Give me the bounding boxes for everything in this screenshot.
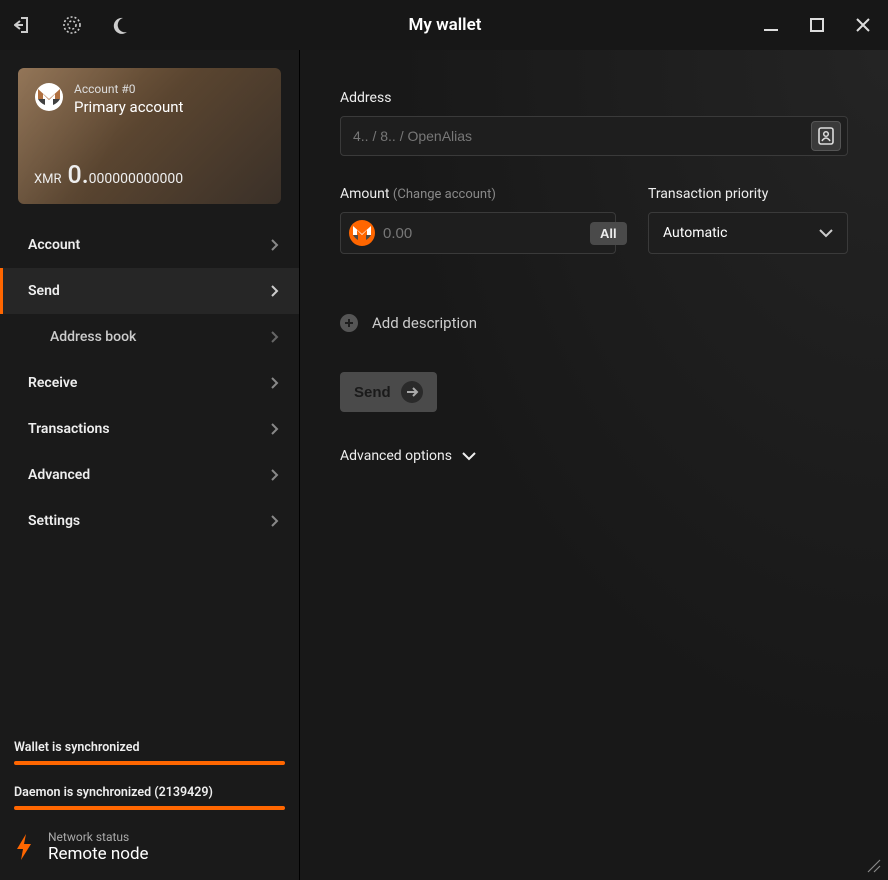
account-balance: XMR 0. 000000000000 <box>34 161 183 190</box>
sidebar-status: Wallet is synchronized Daemon is synchro… <box>0 728 299 880</box>
amount-input-row: All <box>340 212 616 254</box>
address-label: Address <box>340 90 848 106</box>
amount-all-button[interactable]: All <box>590 222 627 245</box>
monero-coin-icon <box>349 220 375 246</box>
nav-label: Send <box>28 283 60 299</box>
priority-value: Automatic <box>663 225 727 241</box>
window-title: My wallet <box>132 15 758 35</box>
send-button[interactable]: Send <box>340 372 437 412</box>
nav-settings[interactable]: Settings <box>0 498 299 544</box>
wallet-sync-bar <box>14 761 285 765</box>
sidebar: Account #0 Primary account XMR 0. 000000… <box>0 50 300 880</box>
nav-receive[interactable]: Receive <box>0 360 299 406</box>
globe-icon[interactable] <box>60 13 84 37</box>
amount-input[interactable] <box>383 225 582 242</box>
titlebar: My wallet <box>0 0 888 50</box>
plus-icon <box>340 314 358 332</box>
chevron-right-icon <box>271 423 279 435</box>
chevron-down-icon <box>819 229 833 238</box>
amount-label: Amount (Change account) <box>340 186 616 202</box>
nav-address-book[interactable]: Address book <box>0 314 299 360</box>
priority-select[interactable]: Automatic <box>648 212 848 254</box>
add-description-label: Add description <box>372 314 477 332</box>
account-number: Account #0 <box>74 82 136 96</box>
resize-grip-icon[interactable] <box>866 858 882 874</box>
monero-logo-icon <box>34 82 64 112</box>
nav-account[interactable]: Account <box>0 222 299 268</box>
daemon-sync-bar <box>14 806 285 810</box>
network-status-value: Remote node <box>48 844 149 864</box>
priority-label: Transaction priority <box>648 186 848 202</box>
balance-integer: 0. <box>68 161 89 190</box>
logout-icon[interactable] <box>12 13 36 37</box>
wallet-sync-label: Wallet is synchronized <box>14 740 285 755</box>
minimize-button[interactable] <box>758 12 784 38</box>
nav-label: Settings <box>28 513 80 529</box>
nav-label: Transactions <box>28 421 110 437</box>
titlebar-right <box>758 12 876 38</box>
chevron-right-icon <box>271 469 279 481</box>
chevron-right-icon <box>271 331 279 343</box>
nav-send[interactable]: Send <box>0 268 299 314</box>
close-button[interactable] <box>850 12 876 38</box>
advanced-options-label: Advanced options <box>340 448 452 464</box>
chevron-right-icon <box>271 515 279 527</box>
amount-label-text: Amount <box>340 186 389 202</box>
network-status[interactable]: Network status Remote node <box>14 830 285 864</box>
change-account-link[interactable]: (Change account) <box>393 187 496 202</box>
advanced-options-toggle[interactable]: Advanced options <box>340 448 848 464</box>
account-card[interactable]: Account #0 Primary account XMR 0. 000000… <box>18 68 281 204</box>
chevron-right-icon <box>271 377 279 389</box>
nav-label: Receive <box>28 375 77 391</box>
nav-label: Advanced <box>28 467 90 483</box>
daemon-sync-label: Daemon is synchronized (2139429) <box>14 785 285 800</box>
balance-fraction: 000000000000 <box>89 171 183 187</box>
chevron-right-icon <box>271 239 279 251</box>
main-content: Address Amount (Change account) All <box>300 50 888 880</box>
chevron-right-icon <box>271 285 279 297</box>
arrow-right-icon <box>401 381 423 403</box>
theme-moon-icon[interactable] <box>108 13 132 37</box>
maximize-button[interactable] <box>804 12 830 38</box>
send-button-label: Send <box>354 384 391 401</box>
nav-advanced[interactable]: Advanced <box>0 452 299 498</box>
address-input[interactable] <box>353 128 811 144</box>
address-input-row <box>340 116 848 156</box>
add-description-button[interactable]: Add description <box>340 314 848 332</box>
nav-label: Account <box>28 237 80 253</box>
network-status-label: Network status <box>48 830 149 844</box>
nav-label: Address book <box>50 329 136 345</box>
nav-transactions[interactable]: Transactions <box>0 406 299 452</box>
sidebar-nav: Account Send Address book Receive <box>0 222 299 544</box>
balance-currency: XMR <box>34 172 62 187</box>
chevron-down-icon <box>462 452 476 461</box>
titlebar-left <box>12 13 132 37</box>
bolt-icon <box>14 832 34 862</box>
account-name: Primary account <box>74 98 183 116</box>
address-book-button[interactable] <box>811 121 841 151</box>
